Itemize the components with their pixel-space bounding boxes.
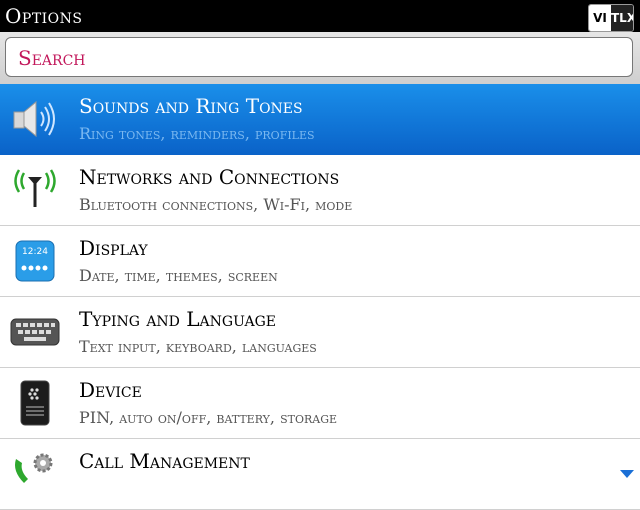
- search-input[interactable]: [6, 38, 615, 78]
- scroll-down-icon[interactable]: [620, 470, 634, 478]
- list-item-call-management[interactable]: Call Management: [0, 439, 640, 510]
- item-subtitle: Ring tones, reminders, profiles: [79, 124, 315, 143]
- phone-gear-icon: [15, 453, 53, 483]
- item-title: Networks and Connections: [79, 165, 340, 189]
- item-title: Device: [79, 378, 142, 402]
- speaker-icon: [13, 100, 55, 138]
- display-clock: 12:24: [22, 247, 48, 257]
- list-item-device[interactable]: Device PIN, auto on/off, battery, storag…: [0, 368, 640, 439]
- list-item-typing[interactable]: Typing and Language Text input, keyboard…: [0, 297, 640, 368]
- list-item-display[interactable]: 12:24 Display Date, time, themes, screen: [0, 226, 640, 297]
- antenna-icon: [14, 169, 56, 207]
- item-subtitle: Date, time, themes, screen: [79, 266, 278, 285]
- vi-tlx-badge[interactable]: VI TLX: [588, 4, 634, 32]
- display-icon: 12:24: [15, 240, 55, 282]
- device-icon: [20, 380, 50, 426]
- options-list: Sounds and Ring Tones Ring tones, remind…: [0, 84, 640, 510]
- item-subtitle: Bluetooth connections, Wi-Fi, mode: [79, 195, 353, 214]
- title-bar: Options VI TLX: [0, 0, 640, 32]
- item-title: Display: [79, 236, 148, 260]
- badge-right: TLX: [611, 5, 633, 31]
- search-box[interactable]: [5, 37, 633, 78]
- item-title: Call Management: [79, 449, 250, 473]
- list-item-networks[interactable]: Networks and Connections Bluetooth conne…: [0, 155, 640, 226]
- item-title: Sounds and Ring Tones: [79, 94, 303, 118]
- badge-left: VI: [589, 5, 611, 31]
- list-item-sounds[interactable]: Sounds and Ring Tones Ring tones, remind…: [0, 84, 640, 155]
- keyboard-icon: [10, 318, 60, 346]
- item-subtitle: Text input, keyboard, languages: [79, 337, 317, 356]
- item-subtitle: PIN, auto on/off, battery, storage: [79, 408, 338, 427]
- page-title: Options: [5, 4, 83, 28]
- item-title: Typing and Language: [79, 307, 276, 331]
- search-bar: [0, 32, 640, 84]
